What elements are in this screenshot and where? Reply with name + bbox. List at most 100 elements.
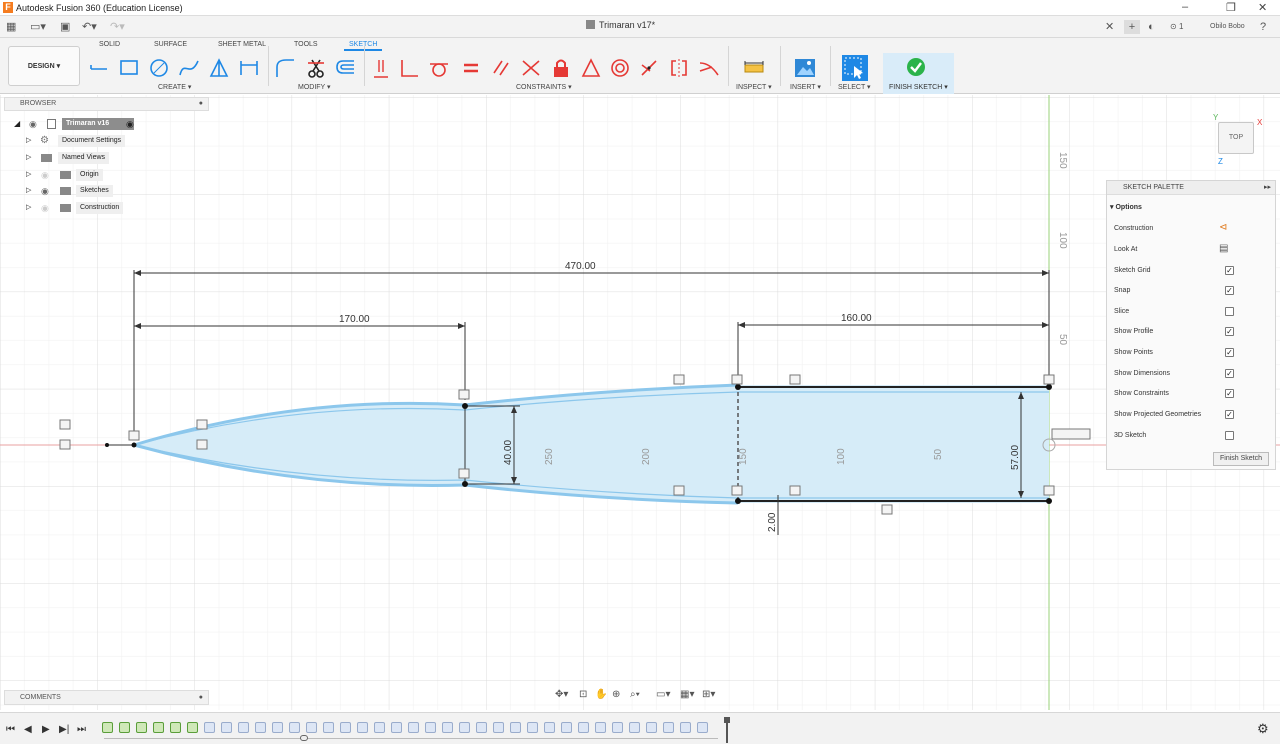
finish-sketch-button[interactable]: Finish Sketch: [1213, 452, 1269, 466]
constraint-glyph-icon[interactable]: [196, 439, 208, 450]
constraints-menu[interactable]: CONSTRAINTS ▾: [516, 83, 572, 91]
play-icon[interactable]: ▶: [42, 724, 50, 735]
expand-arrow-icon[interactable]: ▷: [26, 202, 31, 214]
rectangle-tool-icon[interactable]: [118, 57, 140, 79]
timeline-feature-icon[interactable]: [136, 722, 147, 733]
undo-icon[interactable]: ↶▾: [82, 20, 97, 34]
constraint-glyph-icon[interactable]: [1043, 374, 1055, 385]
timeline-feature-icon[interactable]: [340, 722, 351, 733]
offset-tool-icon[interactable]: [334, 57, 356, 79]
timeline-feature-icon[interactable]: [119, 722, 130, 733]
select-tool-icon[interactable]: [842, 55, 868, 81]
go-to-start-icon[interactable]: ⏮: [6, 724, 15, 735]
insert-menu[interactable]: INSERT ▾: [790, 83, 821, 91]
timeline-feature-icon[interactable]: [578, 722, 589, 733]
timeline-feature-icon[interactable]: [493, 722, 504, 733]
show-constraints-checkbox[interactable]: ✓: [1225, 389, 1234, 398]
construction-toggle-icon[interactable]: ⊲: [1219, 222, 1227, 233]
help-icon[interactable]: ?: [1260, 20, 1266, 34]
tab-sheet-metal[interactable]: SHEET METAL: [218, 41, 266, 48]
zoom-icon[interactable]: ⊕: [612, 689, 620, 700]
job-status-icon[interactable]: ◐: [1148, 20, 1155, 34]
timeline-feature-icon[interactable]: [204, 722, 215, 733]
timeline-feature-icon[interactable]: [374, 722, 385, 733]
timeline-feature-icon[interactable]: [187, 722, 198, 733]
browser-item-document-settings[interactable]: ▷ ⚙ Document Settings: [26, 135, 136, 147]
sketch-grid-checkbox[interactable]: ✓: [1225, 266, 1234, 275]
constraint-glyph-icon[interactable]: [59, 439, 71, 450]
tab-surface[interactable]: SURFACE: [154, 41, 187, 48]
viewcube[interactable]: TOP: [1218, 122, 1254, 154]
show-points-checkbox[interactable]: ✓: [1225, 348, 1234, 357]
timeline-feature-icon[interactable]: [289, 722, 300, 733]
polygon-tool-icon[interactable]: [208, 57, 230, 79]
inspect-menu[interactable]: INSPECT ▾: [736, 83, 772, 91]
orbit-icon[interactable]: ✥▾: [555, 689, 568, 700]
insert-image-icon[interactable]: [794, 57, 816, 79]
constraint-glyph-icon[interactable]: [731, 374, 743, 385]
timeline-feature-icon[interactable]: [442, 722, 453, 733]
tangent-constraint-icon[interactable]: [428, 57, 450, 79]
comments-toggle-icon[interactable]: ●: [199, 691, 203, 704]
eye-hidden-icon[interactable]: ◉: [41, 169, 49, 181]
browser-root[interactable]: ◢ ◉ Trimaran v16 ◉: [14, 118, 139, 130]
browser-header[interactable]: BROWSER ●: [4, 97, 209, 111]
notifications-button[interactable]: ⊙ 1: [1170, 20, 1183, 34]
browser-item-construction[interactable]: ▷ ◉ Construction: [26, 202, 136, 214]
palette-options-section[interactable]: ▾ Options: [1110, 203, 1142, 211]
pan-hand-icon[interactable]: ✋: [595, 689, 607, 700]
expand-arrow-icon[interactable]: ▷: [26, 152, 31, 164]
timeline-feature-icon[interactable]: [306, 722, 317, 733]
constraint-glyph-icon[interactable]: [59, 419, 71, 430]
comments-panel[interactable]: COMMENTS ●: [4, 690, 209, 705]
new-tab-button[interactable]: +: [1124, 20, 1140, 34]
constraint-glyph-icon[interactable]: [881, 504, 893, 515]
show-profile-checkbox[interactable]: ✓: [1225, 327, 1234, 336]
timeline-feature-icon[interactable]: [697, 722, 708, 733]
slice-checkbox[interactable]: [1225, 307, 1234, 316]
measure-tool-icon[interactable]: [743, 57, 765, 79]
collinear-constraint-icon[interactable]: [638, 57, 660, 79]
timeline-feature-icon[interactable]: [459, 722, 470, 733]
grid-settings-icon[interactable]: ▦▾: [680, 689, 694, 700]
palette-expand-icon[interactable]: ▸▸: [1264, 181, 1271, 195]
save-icon[interactable]: ▣: [60, 20, 70, 34]
timeline-feature-icon[interactable]: [561, 722, 572, 733]
line-tool-icon[interactable]: [88, 57, 110, 79]
circle-tool-icon[interactable]: [148, 57, 170, 79]
fillet-tool-icon[interactable]: [274, 57, 296, 79]
coincident-constraint-icon[interactable]: [398, 57, 420, 79]
perpendicular-constraint-icon[interactable]: [520, 57, 542, 79]
maximize-button[interactable]: ❐: [1226, 1, 1236, 14]
sketch-point[interactable]: [462, 481, 468, 487]
timeline-feature-icon[interactable]: [527, 722, 538, 733]
timeline-feature-icon[interactable]: [272, 722, 283, 733]
timeline-feature-icon[interactable]: [425, 722, 436, 733]
palette-header[interactable]: SKETCH PALETTE ▸▸: [1107, 181, 1275, 195]
step-back-icon[interactable]: ◀: [24, 724, 32, 735]
sketch-point[interactable]: [1046, 384, 1052, 390]
expand-icon[interactable]: ◢: [14, 118, 20, 130]
constraint-glyph-icon[interactable]: [731, 485, 743, 496]
fix-constraint-lock-icon[interactable]: [550, 57, 572, 79]
fit-zoom-icon[interactable]: ⌕▾: [630, 689, 640, 700]
tab-solid[interactable]: SOLID: [99, 41, 120, 48]
sketch-point[interactable]: [131, 442, 137, 448]
symmetry-constraint-icon[interactable]: [668, 57, 690, 79]
timeline-feature-icon[interactable]: [238, 722, 249, 733]
app-grid-icon[interactable]: ▦: [6, 20, 16, 34]
timeline-feature-icon[interactable]: [391, 722, 402, 733]
browser-item-origin[interactable]: ▷ ◉ Origin: [26, 169, 136, 181]
timeline-scroll-handle[interactable]: [300, 735, 308, 741]
user-name[interactable]: Obilo Bobo: [1210, 20, 1245, 34]
sketch-point[interactable]: [462, 403, 468, 409]
constraint-glyph-icon[interactable]: [458, 389, 470, 400]
expand-arrow-icon[interactable]: ▷: [26, 185, 31, 197]
timeline-feature-icon[interactable]: [153, 722, 164, 733]
activate-radio-icon[interactable]: ◉: [126, 118, 134, 130]
parallel-constraint-icon[interactable]: [490, 57, 512, 79]
document-tab[interactable]: Trimaran v17*: [586, 20, 655, 30]
viewports-icon[interactable]: ⊞▾: [702, 689, 715, 700]
constraint-glyph-icon[interactable]: [673, 374, 685, 385]
show-dimensions-checkbox[interactable]: ✓: [1225, 369, 1234, 378]
